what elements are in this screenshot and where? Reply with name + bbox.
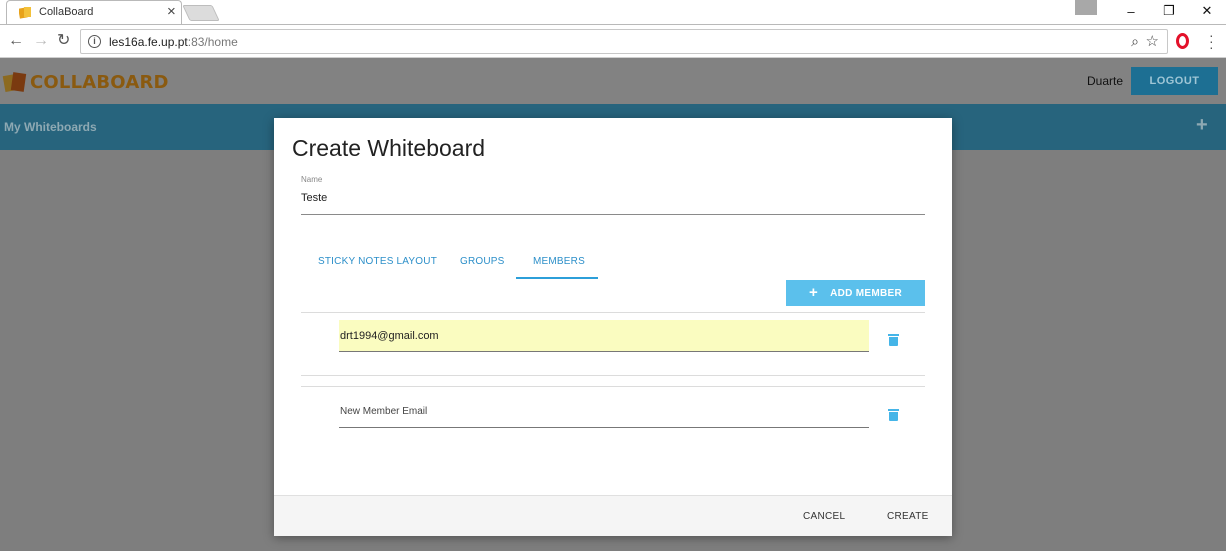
logo: COLLABOARD xyxy=(2,71,169,93)
zoom-icon[interactable]: ⌕ xyxy=(1131,33,1139,50)
delete-member-trash-icon[interactable] xyxy=(888,334,899,346)
divider xyxy=(301,312,925,313)
dialog-footer: CANCEL CREATE xyxy=(274,495,952,536)
dialog-title: Create Whiteboard xyxy=(292,135,486,161)
section-title: My Whiteboards xyxy=(4,120,97,134)
window-controls: – ❐ ✕ xyxy=(1112,0,1226,22)
name-input[interactable]: Teste xyxy=(301,192,327,204)
browser-tab[interactable]: CollaBoard × xyxy=(6,0,182,24)
opera-extension-icon[interactable] xyxy=(1176,33,1189,49)
address-bar[interactable]: i les16a.fe.up.pt:83/home ⌕ ☆ xyxy=(80,29,1168,54)
browser-toolbar: ← → ↻ i les16a.fe.up.pt:83/home ⌕ ☆ · · · xyxy=(0,25,1226,58)
cancel-button[interactable]: CANCEL xyxy=(803,511,845,522)
tab-groups[interactable]: GROUPS xyxy=(460,256,505,267)
divider xyxy=(301,375,925,376)
restore-button[interactable]: ❐ xyxy=(1150,3,1188,19)
add-member-label: ADD MEMBER xyxy=(830,287,902,299)
member-email-input[interactable]: drt1994@gmail.com xyxy=(339,320,869,352)
collaboard-favicon-icon xyxy=(19,7,31,19)
tab-close-icon[interactable]: × xyxy=(167,4,176,19)
browser-menu-icon[interactable]: · · · xyxy=(1209,28,1214,54)
tab-title: CollaBoard xyxy=(39,6,94,18)
active-tab-indicator xyxy=(516,277,598,279)
new-member-placeholder: New Member Email xyxy=(340,406,428,417)
new-member-email-input[interactable]: New Member Email xyxy=(339,394,869,428)
browser-tab-bar: CollaBoard × – ❐ ✕ xyxy=(0,0,1226,24)
add-whiteboard-icon[interactable]: + xyxy=(1196,114,1208,137)
add-member-button[interactable]: + ADD MEMBER xyxy=(786,280,925,306)
plus-icon: + xyxy=(809,284,819,301)
profile-icon[interactable] xyxy=(1075,0,1097,15)
create-button[interactable]: CREATE xyxy=(887,511,929,522)
tab-members[interactable]: MEMBERS xyxy=(533,256,585,267)
tab-sticky-notes-layout[interactable]: STICKY NOTES LAYOUT xyxy=(318,256,437,267)
app-header: COLLABOARD Duarte LOGOUT xyxy=(0,58,1226,104)
divider xyxy=(301,386,925,387)
info-icon[interactable]: i xyxy=(88,35,101,48)
name-input-underline xyxy=(301,214,925,215)
close-window-button[interactable]: ✕ xyxy=(1188,3,1226,19)
bookmark-star-icon[interactable]: ☆ xyxy=(1146,32,1159,50)
forward-arrow-icon[interactable]: → xyxy=(33,33,49,49)
logo-notes-icon xyxy=(2,71,28,93)
new-tab-button[interactable] xyxy=(182,5,220,21)
create-whiteboard-dialog: Create Whiteboard Name Teste STICKY NOTE… xyxy=(274,118,952,536)
member-email-value: drt1994@gmail.com xyxy=(340,330,439,342)
name-field-label: Name xyxy=(301,175,323,184)
delete-new-member-trash-icon[interactable] xyxy=(888,409,899,421)
back-arrow-icon[interactable]: ← xyxy=(8,33,24,49)
user-name: Duarte xyxy=(1087,74,1124,88)
reload-icon[interactable]: ↻ xyxy=(57,33,70,49)
logo-text: COLLABOARD xyxy=(30,72,169,93)
logout-button[interactable]: LOGOUT xyxy=(1131,67,1218,95)
minimize-button[interactable]: – xyxy=(1112,4,1150,19)
url-text[interactable]: les16a.fe.up.pt:83/home xyxy=(109,35,238,49)
